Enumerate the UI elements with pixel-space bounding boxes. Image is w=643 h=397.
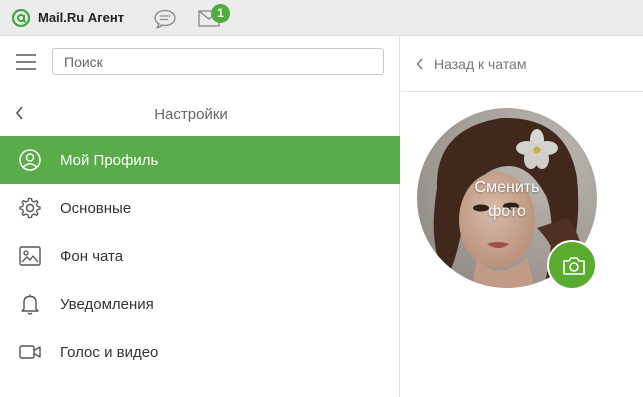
avatar-area[interactable]: Сменить фото xyxy=(417,108,597,290)
menu-item-label: Голос и видео xyxy=(60,344,159,361)
menu-item-label: Мой Профиль xyxy=(60,152,159,169)
title-bar: Mail.Ru Агент 1 xyxy=(0,0,643,36)
menu-item-label: Основные xyxy=(60,200,132,217)
camera-button[interactable] xyxy=(547,240,597,290)
chevron-left-icon xyxy=(416,58,423,70)
mail-badge: 1 xyxy=(211,4,230,23)
left-panel: Настройки Мой Профиль Основные xyxy=(0,36,400,397)
gear-icon xyxy=(19,197,41,219)
profile-panel: Назад к чатам Сменить фото xyxy=(401,36,643,397)
video-camera-icon xyxy=(19,345,41,359)
menu-item-general[interactable]: Основные xyxy=(0,184,400,232)
bell-icon xyxy=(21,294,39,315)
menu-item-label: Уведомления xyxy=(60,296,154,313)
menu-item-notifications[interactable]: Уведомления xyxy=(0,280,400,328)
menu-item-label: Фон чата xyxy=(60,248,124,265)
image-icon xyxy=(19,246,41,266)
menu-item-my-profile[interactable]: Мой Профиль xyxy=(0,136,400,184)
at-sign-icon xyxy=(12,9,30,27)
settings-title: Настройки xyxy=(154,106,228,123)
back-to-chats-label: Назад к чатам xyxy=(434,56,527,72)
search-input[interactable] xyxy=(53,49,383,74)
hamburger-menu-icon[interactable] xyxy=(16,54,36,70)
change-photo-text: Сменить фото xyxy=(474,179,540,220)
chat-bubble-icon[interactable] xyxy=(153,9,177,29)
menu-item-chat-background[interactable]: Фон чата xyxy=(0,232,400,280)
user-profile-icon xyxy=(19,149,41,171)
search-box[interactable] xyxy=(52,48,384,75)
back-to-chats-link[interactable]: Назад к чатам xyxy=(401,36,643,92)
app-title: Mail.Ru Агент xyxy=(38,10,125,25)
change-photo-label[interactable]: Сменить фото xyxy=(417,176,597,224)
camera-icon xyxy=(563,257,585,275)
menu-item-voice-video[interactable]: Голос и видео xyxy=(0,328,400,376)
settings-menu: Мой Профиль Основные Фон чата Уведомлени… xyxy=(0,136,400,376)
settings-header: Настройки xyxy=(0,90,400,136)
